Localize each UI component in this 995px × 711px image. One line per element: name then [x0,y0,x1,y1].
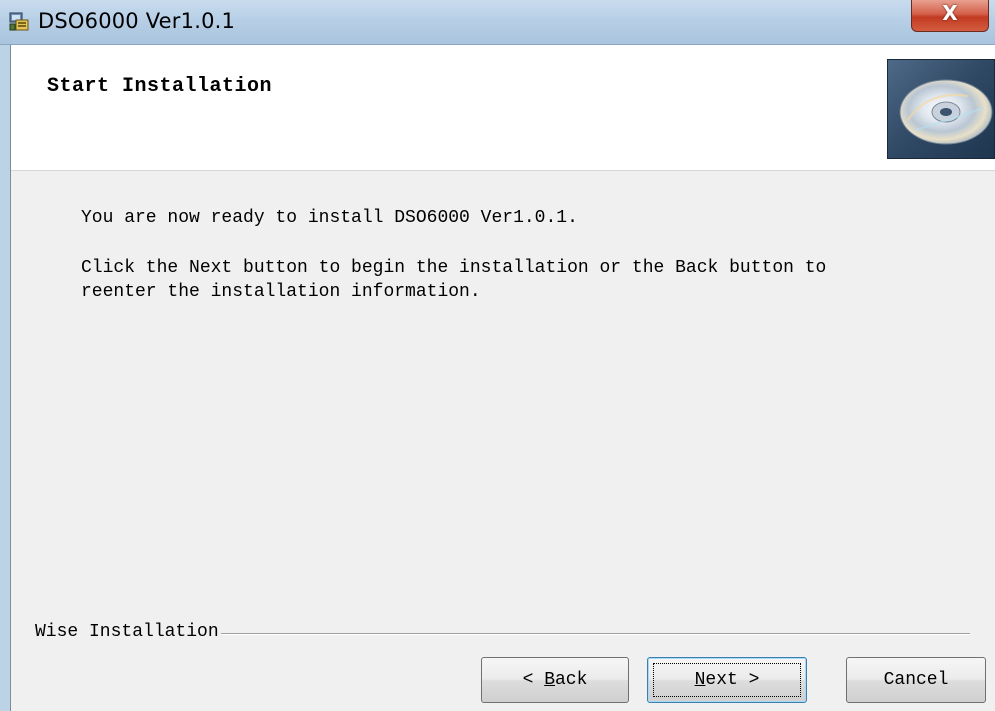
back-button-accel: B [544,670,555,690]
back-button-prefix: < [522,670,545,690]
cancel-button[interactable]: Cancel [846,657,986,703]
next-button-rest: ext [705,670,738,690]
close-button[interactable]: X [911,0,989,32]
cd-disc-icon [887,59,995,159]
close-icon: X [942,1,958,25]
page-title: Start Installation [47,75,273,98]
instruction-line-1: Click the Next button to begin the insta… [81,258,827,278]
title-bar[interactable]: DSO6000 Ver1.0.1 X [0,0,995,45]
wise-installation-label: Wise Installation [35,622,221,642]
back-button[interactable]: < Back [481,657,629,703]
installer-window: DSO6000 Ver1.0.1 X Start Installation Yo… [0,0,995,711]
back-button-rest: ack [555,670,588,690]
next-button-suffix: > [737,670,760,690]
next-button[interactable]: Next > [647,657,807,703]
window-title: DSO6000 Ver1.0.1 [38,9,236,33]
installer-app-icon [9,12,29,31]
next-button-accel: N [694,670,706,690]
dialog-client-area: Start Installation You are now ready to … [10,45,995,711]
instruction-line-2: reenter the installation information. [81,282,481,302]
ready-message: You are now ready to install DSO6000 Ver… [81,208,578,228]
header-panel: Start Installation [11,45,995,171]
